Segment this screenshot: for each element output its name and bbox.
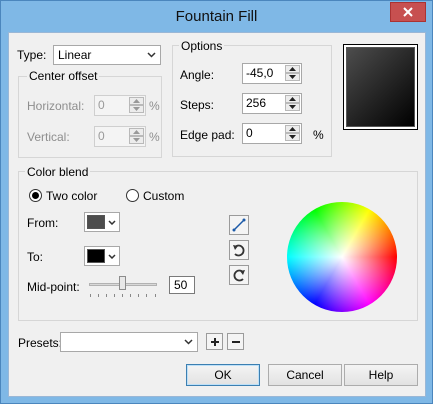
type-value: Linear [58, 48, 92, 62]
arrow-down-icon [289, 75, 296, 79]
options-legend: Options [179, 39, 225, 53]
ok-button[interactable]: OK [186, 364, 260, 386]
steps-value: 256 [246, 96, 267, 110]
plus-icon [210, 337, 219, 346]
color-wheel[interactable] [287, 202, 397, 312]
horizontal-stepper[interactable]: 0 [94, 95, 146, 116]
center-offset-panel: Center offset Horizontal: 0 % Vertical: … [18, 69, 162, 158]
midpoint-ticks [90, 294, 156, 297]
arrow-up-icon [133, 99, 140, 103]
midpoint-slider-thumb[interactable] [119, 276, 126, 290]
arrow-up-icon [289, 67, 296, 71]
two-color-label[interactable]: Two color [46, 189, 97, 203]
clockwise-blend-button[interactable] [229, 240, 249, 260]
edge-pad-label: Edge pad: [180, 128, 235, 142]
angle-up-button[interactable] [285, 65, 300, 73]
vertical-unit: % [149, 130, 160, 144]
counterclockwise-blend-button[interactable] [229, 265, 249, 285]
angle-value: -45,0 [246, 66, 274, 80]
color-blend-panel: Color blend Two color Custom From: To: M… [18, 165, 418, 321]
dialog-body: Type: Linear Center offset Horizontal: 0… [8, 32, 426, 397]
steps-down-button[interactable] [285, 103, 300, 111]
rotate-counterclockwise-icon [233, 269, 245, 282]
from-color-swatch [87, 215, 105, 229]
center-offset-legend: Center offset [27, 69, 100, 83]
type-label: Type: [17, 48, 47, 62]
edge-pad-value: 0 [246, 126, 253, 140]
vertical-value: 0 [98, 129, 105, 143]
custom-label[interactable]: Custom [143, 189, 184, 203]
options-panel: Options Angle: -45,0 Steps: 256 Edge pad… [172, 39, 332, 157]
angle-label: Angle: [180, 68, 215, 82]
type-select[interactable]: Linear [53, 45, 161, 65]
edge-pad-stepper[interactable]: 0 [242, 123, 302, 144]
presets-select[interactable] [60, 332, 198, 352]
close-button[interactable] [390, 2, 426, 22]
arrow-down-icon [133, 138, 140, 142]
fill-preview [343, 44, 418, 130]
to-label: To: [27, 250, 44, 264]
fountain-fill-dialog: Fountain Fill Type: Linear Center offset… [0, 0, 433, 404]
close-icon [403, 7, 413, 17]
arrow-down-icon [133, 107, 140, 111]
arrow-up-icon [133, 130, 140, 134]
steps-label: Steps: [180, 98, 215, 112]
minus-icon [231, 340, 240, 343]
title-bar[interactable]: Fountain Fill [1, 1, 432, 32]
to-color-swatch [87, 249, 105, 263]
vertical-down-button[interactable] [129, 136, 144, 144]
rotate-clockwise-icon [233, 244, 245, 257]
horizontal-unit: % [149, 99, 160, 113]
horizontal-down-button[interactable] [129, 105, 144, 113]
from-color-picker[interactable] [84, 212, 120, 232]
to-color-picker[interactable] [84, 246, 120, 266]
edge-pad-unit: % [313, 128, 324, 142]
steps-up-button[interactable] [285, 95, 300, 103]
midpoint-input[interactable]: 50 [169, 276, 195, 294]
window-title: Fountain Fill [175, 8, 258, 25]
two-color-radio[interactable] [29, 189, 42, 202]
angle-stepper[interactable]: -45,0 [242, 63, 302, 84]
presets-label: Presets: [18, 336, 63, 350]
from-label: From: [27, 216, 59, 230]
direct-blend-button[interactable] [229, 215, 249, 235]
chevron-down-icon [145, 46, 157, 64]
arrow-down-icon [289, 135, 296, 139]
horizontal-label: Horizontal: [27, 99, 85, 113]
edge-pad-down-button[interactable] [285, 133, 300, 141]
help-button[interactable]: Help [344, 364, 418, 386]
horizontal-up-button[interactable] [129, 97, 144, 105]
color-blend-legend: Color blend [25, 165, 91, 179]
vertical-up-button[interactable] [129, 128, 144, 136]
edge-pad-up-button[interactable] [285, 125, 300, 133]
angle-down-button[interactable] [285, 73, 300, 81]
steps-stepper[interactable]: 256 [242, 93, 302, 114]
vertical-stepper[interactable]: 0 [94, 126, 146, 147]
arrow-up-icon [289, 127, 296, 131]
chevron-down-icon [182, 333, 194, 351]
vertical-label: Vertical: [27, 130, 70, 144]
arrow-up-icon [289, 97, 296, 101]
arrow-down-icon [289, 105, 296, 109]
cancel-button[interactable]: Cancel [268, 364, 342, 386]
chevron-down-icon [106, 248, 118, 264]
custom-radio[interactable] [126, 189, 139, 202]
line-icon [232, 218, 246, 232]
add-preset-button[interactable] [206, 333, 223, 350]
midpoint-label: Mid-point: [27, 280, 80, 294]
chevron-down-icon [106, 214, 118, 230]
remove-preset-button[interactable] [227, 333, 244, 350]
horizontal-value: 0 [98, 98, 105, 112]
